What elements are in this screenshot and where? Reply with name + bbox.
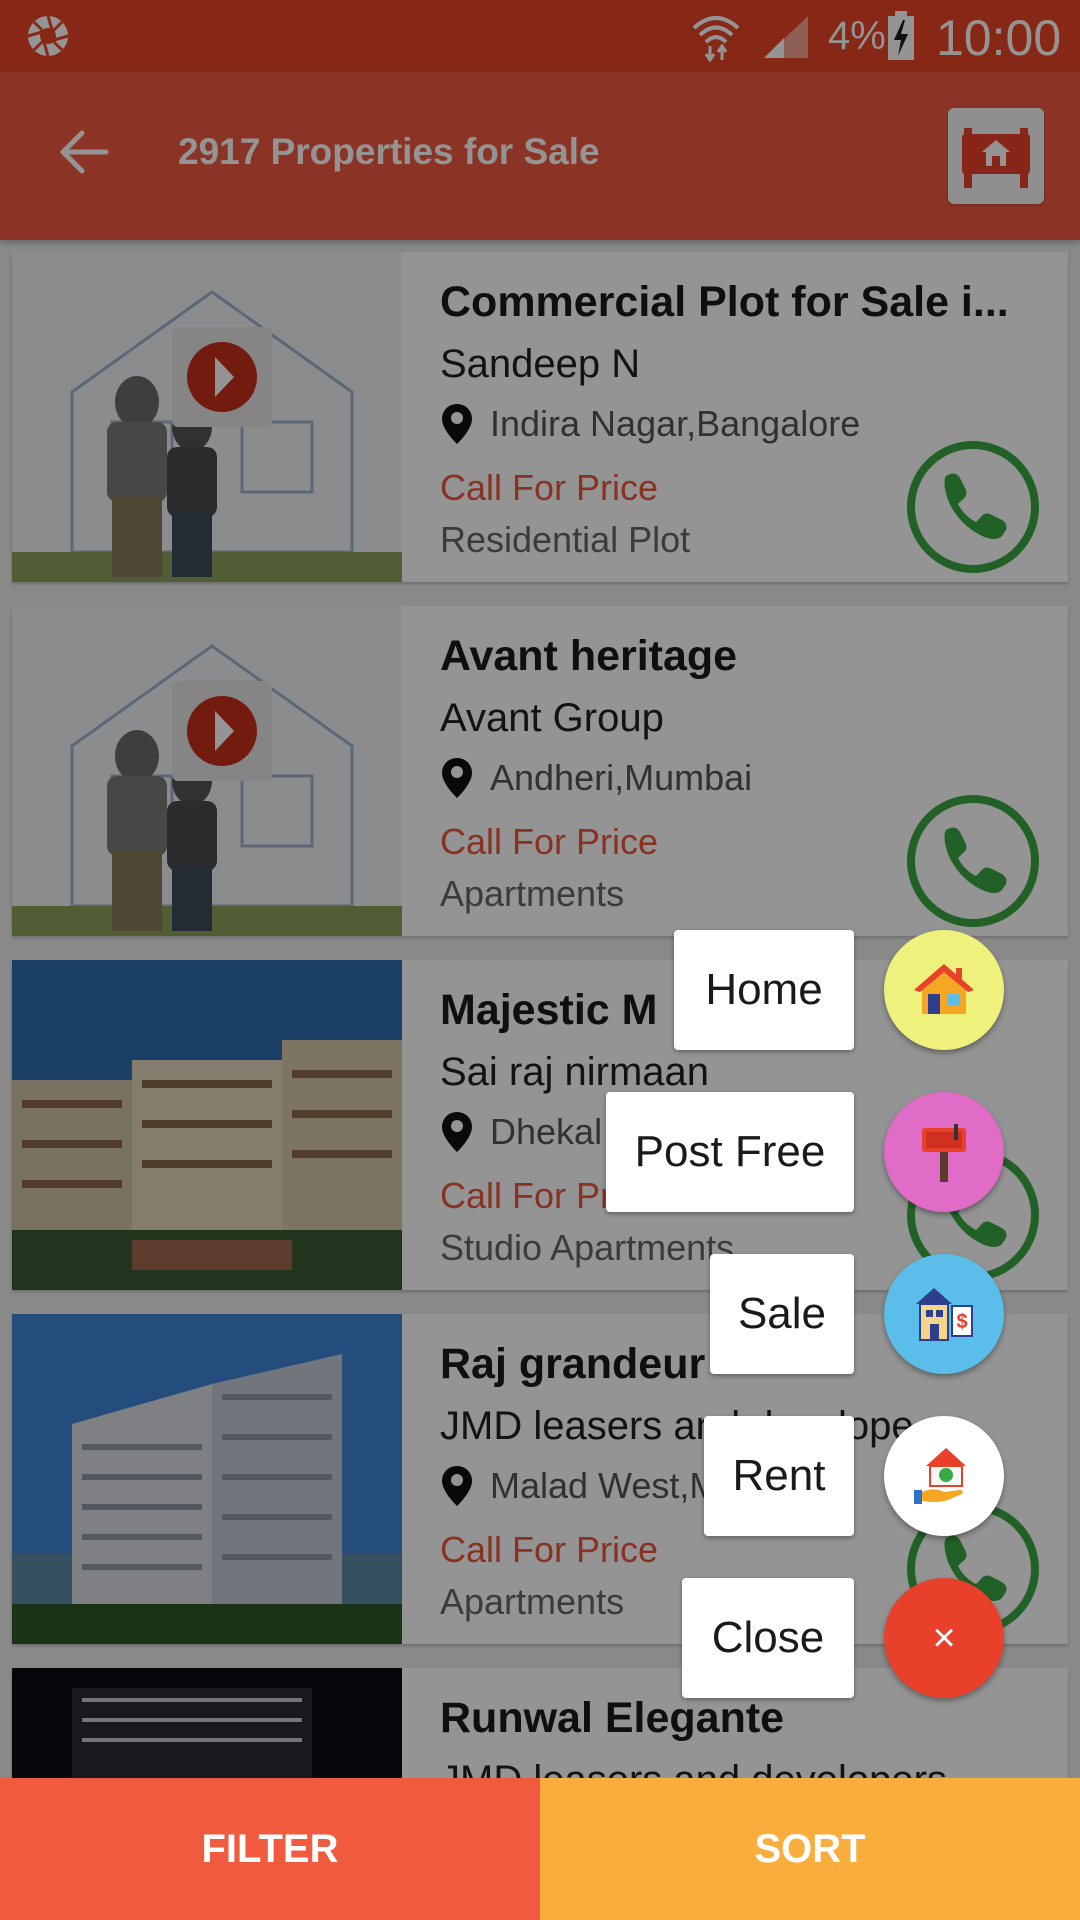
signboard-icon [922, 1124, 966, 1182]
fab-row-sale[interactable]: Sale $ [0, 1254, 1080, 1376]
fab-row-home[interactable]: Home [0, 930, 1080, 1052]
fab-home-button[interactable] [884, 930, 1004, 1050]
fab-label-rent[interactable]: Rent [704, 1416, 854, 1536]
fab-rent-button[interactable] [884, 1416, 1004, 1536]
fab-label-sale[interactable]: Sale [710, 1254, 854, 1374]
rent-hand-house-icon [914, 1448, 966, 1504]
sort-button[interactable]: SORT [540, 1778, 1080, 1920]
fab-sale-button[interactable]: $ [884, 1254, 1004, 1374]
filter-button[interactable]: FILTER [0, 1778, 540, 1920]
house-icon [914, 964, 974, 1014]
fab-close-button[interactable]: × [884, 1578, 1004, 1698]
fab-label-home[interactable]: Home [674, 930, 854, 1050]
sale-building-icon: $ [916, 1288, 973, 1341]
fab-post-free-button[interactable] [884, 1092, 1004, 1212]
close-icon: × [932, 1615, 956, 1660]
fab-row-post-free[interactable]: Post Free [0, 1092, 1080, 1214]
svg-text:$: $ [956, 1311, 967, 1333]
fab-label-close[interactable]: Close [682, 1578, 854, 1698]
fab-row-rent[interactable]: Rent [0, 1416, 1080, 1538]
fab-row-close[interactable]: Close × [0, 1578, 1080, 1700]
bottom-bar: FILTER SORT [0, 1778, 1080, 1920]
fab-label-post-free[interactable]: Post Free [606, 1092, 854, 1212]
